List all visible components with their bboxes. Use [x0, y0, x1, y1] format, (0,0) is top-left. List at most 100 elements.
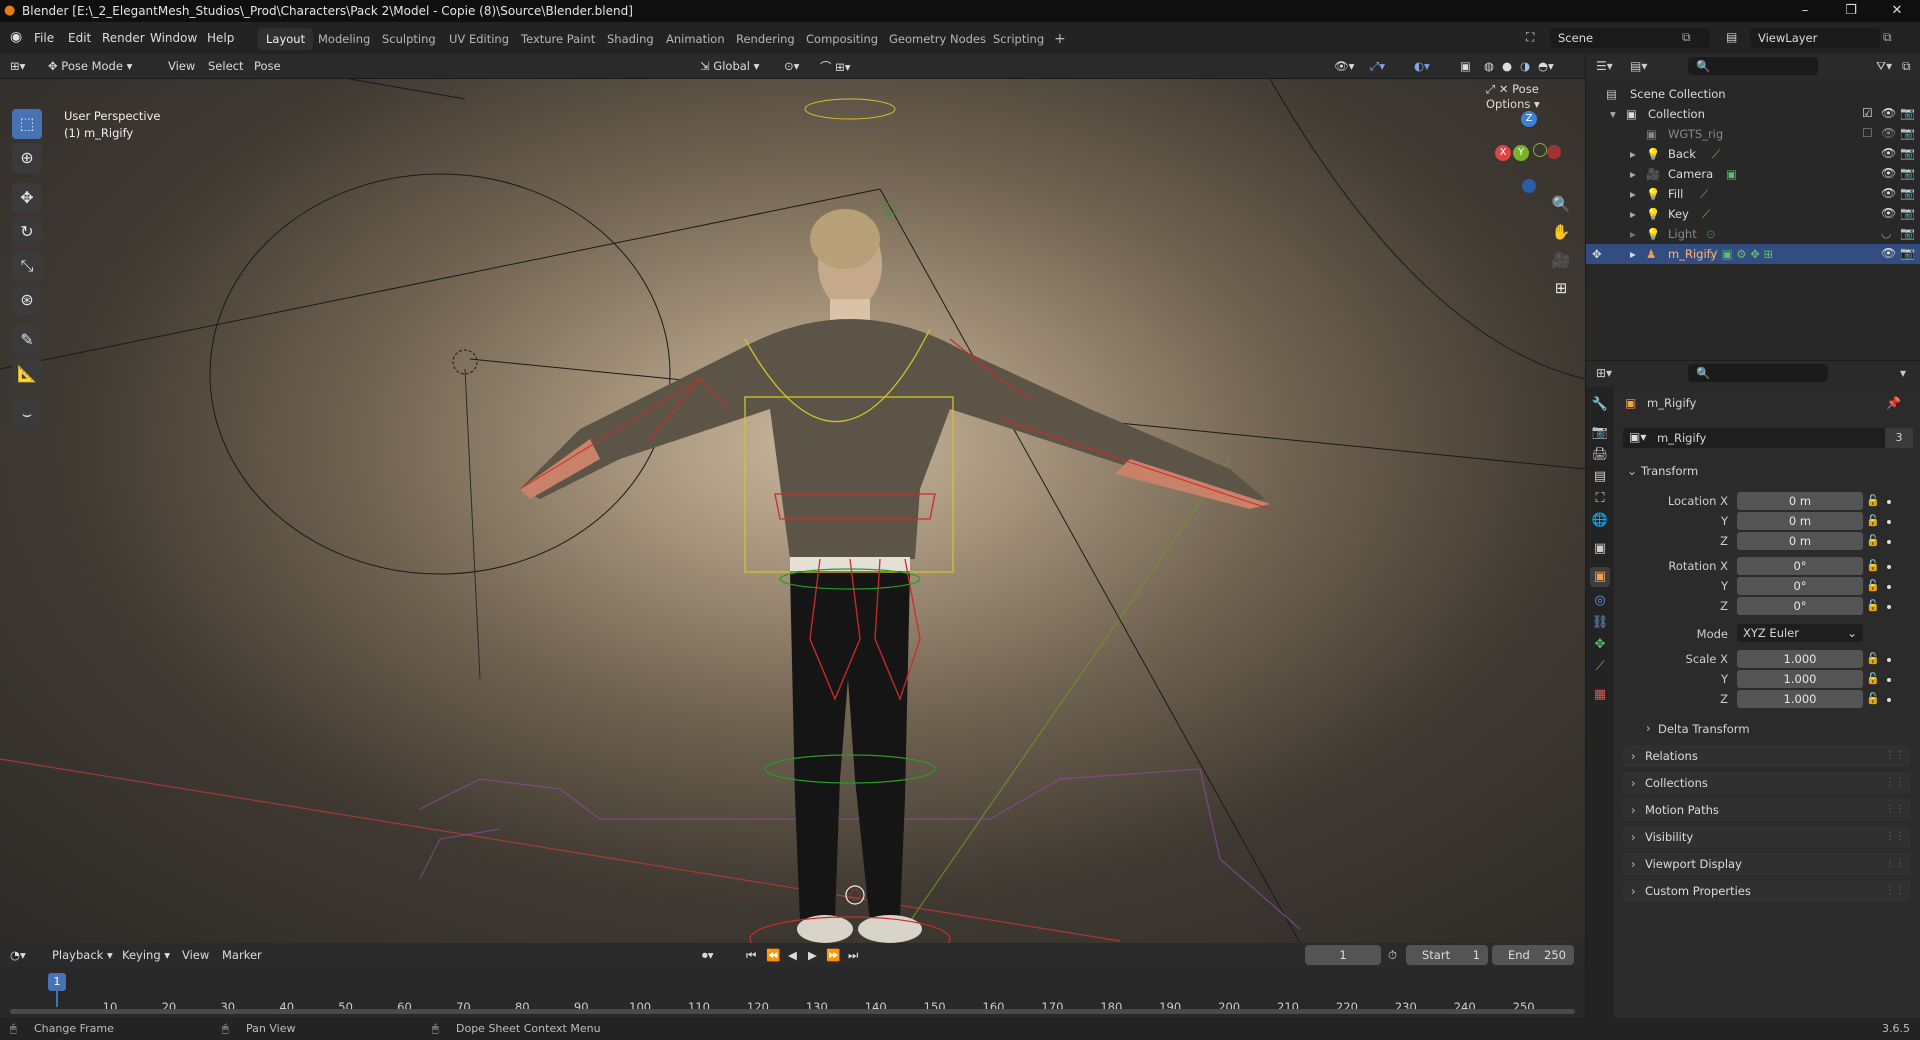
- properties-options-icon[interactable]: ▾: [1900, 366, 1906, 380]
- panel-viewport-display[interactable]: › Viewport Display ⋮⋮: [1623, 853, 1911, 875]
- gizmo-y-axis[interactable]: Y: [1513, 145, 1529, 161]
- outliner-search-input[interactable]: 🔍: [1688, 57, 1818, 75]
- pin-icon[interactable]: 📌: [1886, 396, 1901, 410]
- lock-icon[interactable]: 🔓: [1866, 494, 1880, 507]
- keyframe-dot[interactable]: [1887, 565, 1891, 569]
- stopwatch-icon[interactable]: ⏱: [1388, 948, 1397, 963]
- keyframe-dot[interactable]: [1887, 500, 1891, 504]
- eye-icon[interactable]: 👁: [1881, 166, 1896, 180]
- shading-rendered-icon[interactable]: ◓▾: [1538, 59, 1554, 73]
- keyframe-dot[interactable]: [1887, 605, 1891, 609]
- delta-transform-subpanel[interactable]: › Delta Transform: [1640, 719, 1910, 739]
- orientation-selector[interactable]: ⇲ Global ▾: [700, 59, 759, 73]
- tab-compositing[interactable]: Compositing: [798, 28, 886, 50]
- lock-icon[interactable]: 🔓: [1866, 579, 1880, 592]
- scale-y-field[interactable]: 1.000: [1737, 670, 1863, 688]
- shading-solid-icon[interactable]: ●: [1502, 59, 1512, 73]
- viewlayer-selector[interactable]: ViewLayer: [1750, 28, 1880, 48]
- outliner-item-back[interactable]: ▸ 💡 Back ⟋ 👁 📷: [1586, 144, 1920, 164]
- expand-arrow-icon[interactable]: ▸: [1630, 227, 1636, 241]
- filter-icon[interactable]: ⛛▾: [1876, 59, 1892, 74]
- relax-pose-tool[interactable]: ⌣: [12, 399, 42, 429]
- render-camera-icon[interactable]: 📷: [1900, 106, 1915, 120]
- gizmo-neg-y-axis[interactable]: [1533, 143, 1547, 157]
- camera-view-icon[interactable]: 🎥: [1548, 247, 1574, 273]
- expand-arrow-icon[interactable]: ▸: [1630, 187, 1636, 201]
- keyframe-dot[interactable]: [1887, 658, 1891, 662]
- drag-handle-icon[interactable]: ⋮⋮: [1885, 880, 1905, 902]
- maximize-button[interactable]: ❐: [1828, 0, 1874, 22]
- outliner-collection[interactable]: ▾ ▣ Collection ☑ 👁 📷: [1586, 104, 1920, 124]
- end-frame-field[interactable]: End 250: [1492, 945, 1574, 965]
- blender-menu-icon[interactable]: ◉: [10, 29, 22, 45]
- tab-animation[interactable]: Animation: [658, 28, 733, 50]
- editor-type-icon[interactable]: ⊞▾: [10, 59, 25, 73]
- measure-tool[interactable]: 📐: [12, 359, 42, 389]
- render-camera-icon[interactable]: 📷: [1900, 226, 1915, 240]
- lock-icon[interactable]: 🔓: [1866, 514, 1880, 527]
- expand-arrow-icon[interactable]: ▾: [1610, 107, 1616, 121]
- pan-hand-icon[interactable]: ✋: [1548, 219, 1574, 245]
- drag-handle-icon[interactable]: ⋮⋮: [1885, 745, 1905, 767]
- menu-render[interactable]: Render: [102, 31, 145, 45]
- render-camera-icon[interactable]: 📷: [1900, 186, 1915, 200]
- gizmo-neg-z-axis[interactable]: [1522, 179, 1536, 193]
- render-camera-icon[interactable]: 📷: [1900, 246, 1915, 260]
- shading-wireframe-icon[interactable]: ◍: [1484, 59, 1494, 73]
- menu-edit[interactable]: Edit: [68, 31, 91, 45]
- eye-hidden-icon[interactable]: ◡: [1881, 226, 1891, 240]
- scale-x-field[interactable]: 1.000: [1737, 650, 1863, 668]
- 3d-viewport[interactable]: ⬚⬚⬚⬚⬚ ⬚ ⊕ ✥ ↻ ⤡ ⊛ ✎ 📐 ⌣ User Perspective…: [0, 79, 1585, 943]
- zoom-icon[interactable]: 🔍: [1548, 191, 1574, 217]
- gizmo-z-axis[interactable]: Z: [1521, 111, 1537, 127]
- outliner-item-m-rigify[interactable]: ✥ ▸ ♟ m_Rigify ⟋ ▣ ⚙ ✥ ⊞ 👁 📷: [1586, 244, 1920, 264]
- jump-start-button[interactable]: ⏮: [746, 948, 756, 963]
- panel-motion-paths[interactable]: › Motion Paths ⋮⋮: [1623, 799, 1911, 821]
- bone-tab-icon[interactable]: ⟋: [1590, 657, 1610, 677]
- menu-file[interactable]: File: [34, 31, 54, 45]
- select-box-tool[interactable]: ⬚: [12, 109, 42, 139]
- rotation-x-field[interactable]: 0°: [1737, 557, 1863, 575]
- rotation-z-field[interactable]: 0°: [1737, 597, 1863, 615]
- visibility-icon[interactable]: 👁▾: [1334, 59, 1354, 73]
- tab-texture-paint[interactable]: Texture Paint: [513, 28, 603, 50]
- menu-select[interactable]: Select: [208, 59, 243, 73]
- eye-icon[interactable]: 👁: [1881, 146, 1896, 160]
- location-z-field[interactable]: 0 m: [1737, 532, 1863, 550]
- play-reverse-button[interactable]: ◀: [788, 948, 797, 962]
- eye-icon[interactable]: 👁: [1881, 126, 1896, 140]
- gizmo-toggle-icon[interactable]: ⤢▾: [1370, 59, 1385, 74]
- rotation-y-field[interactable]: 0°: [1737, 577, 1863, 595]
- render-camera-icon[interactable]: 📷: [1900, 146, 1915, 160]
- tab-shading[interactable]: Shading: [599, 28, 662, 50]
- panel-visibility[interactable]: › Visibility ⋮⋮: [1623, 826, 1911, 848]
- drag-handle-icon[interactable]: ⋮⋮: [1885, 772, 1905, 794]
- jump-end-button[interactable]: ⏭: [848, 948, 858, 963]
- start-frame-field[interactable]: Start 1: [1406, 945, 1488, 965]
- outliner-scene-collection[interactable]: ▤ Scene Collection: [1586, 84, 1920, 104]
- lock-icon[interactable]: 🔓: [1866, 559, 1880, 572]
- keyframe-dot[interactable]: [1887, 520, 1891, 524]
- current-frame-field[interactable]: 1: [1305, 945, 1381, 965]
- menu-window[interactable]: Window: [150, 31, 197, 45]
- move-tool[interactable]: ✥: [12, 183, 42, 213]
- rotation-mode-dropdown[interactable]: XYZ Euler ⌄: [1737, 624, 1863, 642]
- tab-modeling[interactable]: Modeling: [310, 28, 378, 50]
- render-camera-icon[interactable]: 📷: [1900, 166, 1915, 180]
- shading-material-icon[interactable]: ◑: [1520, 59, 1530, 73]
- add-workspace-button[interactable]: +: [1046, 28, 1074, 50]
- datablock-icon[interactable]: ▣▾: [1629, 430, 1646, 444]
- view-layer-tab-icon[interactable]: ▤: [1590, 467, 1610, 487]
- menu-pose[interactable]: Pose: [254, 59, 281, 73]
- tab-layout[interactable]: Layout: [258, 28, 314, 50]
- timeline-scrollbar[interactable]: [10, 1009, 1575, 1014]
- prev-keyframe-button[interactable]: ⏪: [766, 948, 780, 962]
- next-keyframe-button[interactable]: ⏩: [826, 948, 840, 962]
- physics-tab-icon[interactable]: ◎: [1590, 591, 1610, 611]
- ortho-grid-icon[interactable]: ⊞: [1548, 275, 1574, 301]
- user-count[interactable]: 3: [1885, 428, 1913, 448]
- drag-handle-icon[interactable]: ⋮⋮: [1885, 799, 1905, 821]
- mode-selector[interactable]: ✥ Pose Mode ▾: [48, 59, 132, 73]
- transform-panel-header[interactable]: ⌄ Transform: [1623, 460, 1911, 482]
- render-camera-icon[interactable]: 📷: [1900, 126, 1915, 140]
